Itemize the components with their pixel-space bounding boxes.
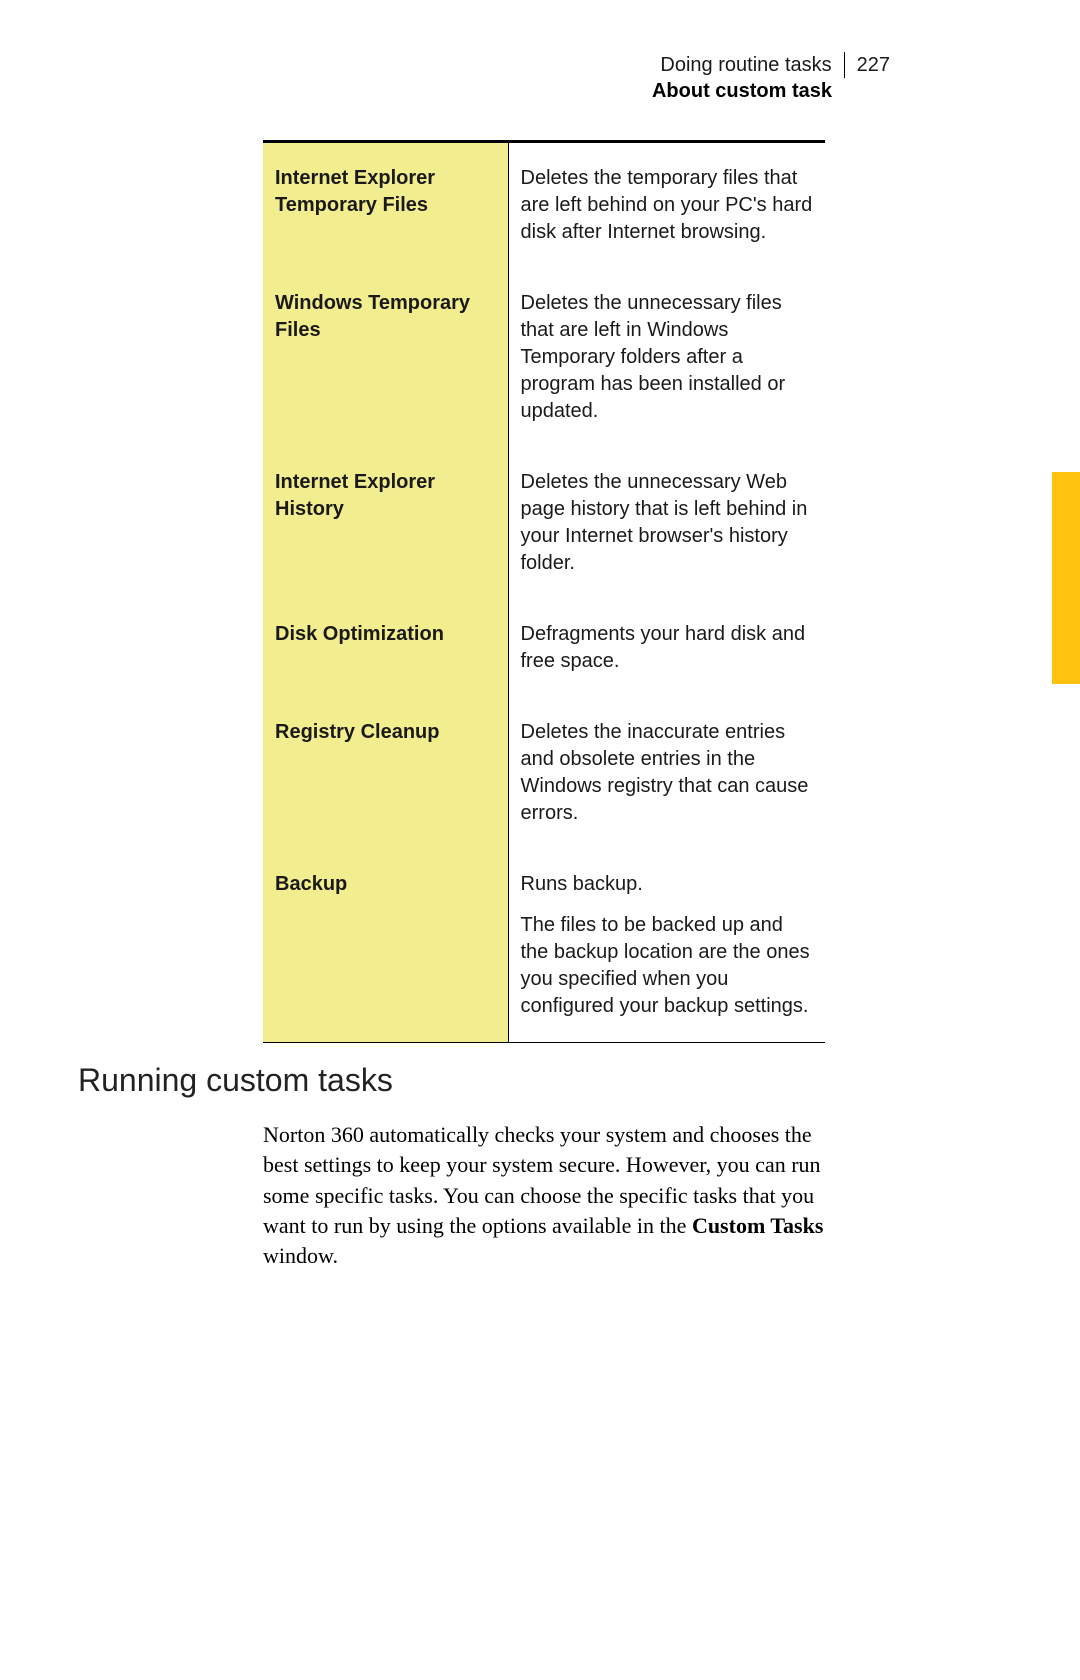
task-description: Runs backup. The files to be backed up a… [508,849,825,1043]
table-row: Internet Explorer Temporary Files Delete… [263,142,825,269]
task-label: Internet Explorer Temporary Files [263,142,508,269]
task-label: Windows Temporary Files [263,268,508,447]
section-body: Norton 360 automatically checks your sys… [263,1120,825,1272]
table-row: Internet Explorer History Deletes the un… [263,447,825,599]
task-table: Internet Explorer Temporary Files Delete… [263,140,825,1043]
section-heading: Running custom tasks [78,1062,393,1099]
table-row: Registry Cleanup Deletes the inaccurate … [263,697,825,849]
body-bold: Custom Tasks [692,1213,823,1238]
task-table-container: Internet Explorer Temporary Files Delete… [263,140,825,1043]
task-description: Deletes the unnecessary files that are l… [508,268,825,447]
task-desc-para: Defragments your hard disk and free spac… [521,621,816,675]
body-suffix: window. [263,1243,338,1268]
header-line-1: Doing routine tasks 227 [652,52,890,78]
task-description: Deletes the unnecessary Web page history… [508,447,825,599]
page-edge-tab [1052,472,1080,684]
page-number: 227 [855,54,890,77]
chapter-title: Doing routine tasks [660,54,843,77]
task-desc-para: Deletes the inaccurate entries and obsol… [521,719,816,827]
task-desc-para: Deletes the unnecessary files that are l… [521,290,816,425]
table-row: Disk Optimization Defragments your hard … [263,599,825,697]
header-subtitle: About custom task [652,80,890,103]
task-description: Deletes the inaccurate entries and obsol… [508,697,825,849]
task-desc-para: Runs backup. [521,871,816,898]
task-description: Deletes the temporary files that are lef… [508,142,825,269]
task-desc-para: Deletes the unnecessary Web page history… [521,469,816,577]
header-divider [844,52,845,78]
task-label: Disk Optimization [263,599,508,697]
task-label: Backup [263,849,508,1043]
table-row: Backup Runs backup. The files to be back… [263,849,825,1043]
page-header: Doing routine tasks 227 About custom tas… [652,52,890,103]
task-label: Registry Cleanup [263,697,508,849]
task-label: Internet Explorer History [263,447,508,599]
task-description: Defragments your hard disk and free spac… [508,599,825,697]
table-row: Windows Temporary Files Deletes the unne… [263,268,825,447]
task-desc-para: The files to be backed up and the backup… [521,912,816,1020]
task-desc-para: Deletes the temporary files that are lef… [521,165,816,246]
